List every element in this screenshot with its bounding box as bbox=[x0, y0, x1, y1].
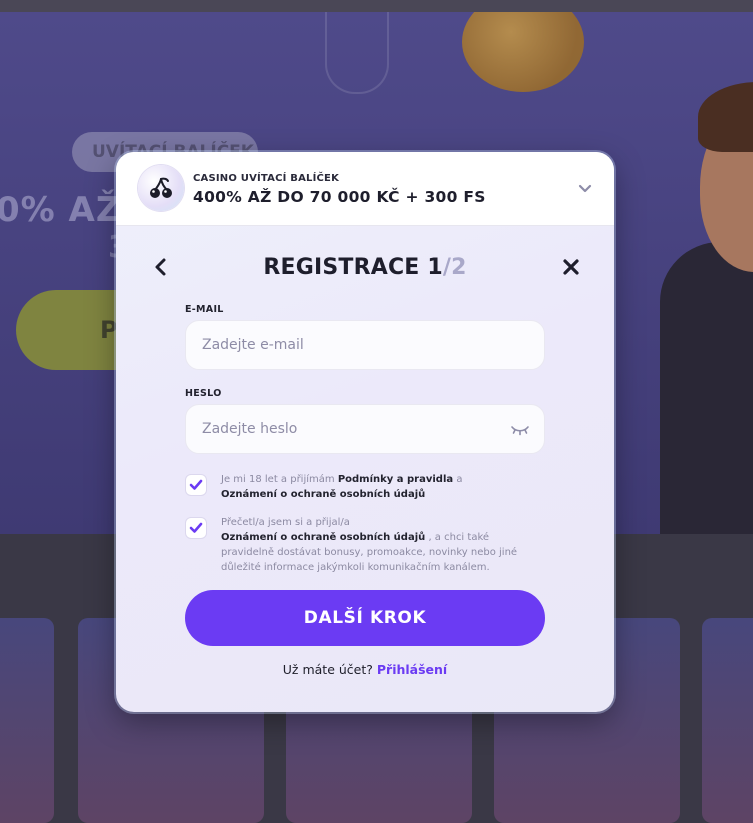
checkmark-icon bbox=[189, 519, 203, 538]
registration-title: REGISTRACE bbox=[263, 255, 420, 280]
marketing-text-before: Přečetl/a jsem si a přijal/a bbox=[221, 517, 350, 528]
modal-overlay: CASINO UVÍTACÍ BALÍČEK 400% AŽ DO 70 000… bbox=[0, 0, 753, 823]
login-prompt: Už máte účet? Přihlášení bbox=[116, 662, 614, 677]
marketing-checkbox[interactable] bbox=[185, 517, 207, 539]
registration-modal: CASINO UVÍTACÍ BALÍČEK 400% AŽ DO 70 000… bbox=[116, 152, 614, 712]
terms-text-mid: a bbox=[456, 474, 463, 485]
step-total: /2 bbox=[442, 255, 467, 280]
next-step-button[interactable]: DALŠÍ KROK bbox=[185, 590, 545, 646]
close-icon bbox=[562, 258, 580, 280]
password-label: HESLO bbox=[185, 388, 222, 399]
email-label: E-MAIL bbox=[185, 304, 224, 315]
password-field[interactable] bbox=[186, 405, 544, 453]
terms-link[interactable]: Podmínky a pravidla bbox=[338, 474, 453, 485]
welcome-bonus-selector[interactable]: CASINO UVÍTACÍ BALÍČEK 400% AŽ DO 70 000… bbox=[116, 152, 614, 226]
terms-text: Je mi 18 let a přijímám Podmínky a pravi… bbox=[221, 472, 541, 502]
cherry-icon bbox=[138, 165, 184, 211]
bonus-title: 400% AŽ DO 70 000 KČ + 300 FS bbox=[193, 188, 486, 206]
terms-checkbox[interactable] bbox=[185, 474, 207, 496]
bonus-kicker: CASINO UVÍTACÍ BALÍČEK bbox=[193, 173, 340, 184]
checkmark-icon bbox=[189, 476, 203, 495]
marketing-text: Přečetl/a jsem si a přijal/a Oznámení o … bbox=[221, 515, 541, 575]
password-field-wrapper bbox=[185, 404, 545, 454]
eye-closed-icon[interactable] bbox=[510, 422, 530, 438]
step-current: 1 bbox=[427, 255, 443, 280]
chevron-down-icon[interactable] bbox=[576, 180, 594, 198]
login-link[interactable]: Přihlášení bbox=[377, 662, 447, 677]
terms-text-before: Je mi 18 let a přijímám bbox=[221, 474, 335, 485]
login-prompt-text: Už máte účet? bbox=[282, 662, 373, 677]
page-title: REGISTRACE 1/2 bbox=[116, 255, 614, 280]
privacy-link[interactable]: Oznámení o ochraně osobních údajů bbox=[221, 532, 425, 543]
close-button[interactable] bbox=[560, 258, 582, 280]
email-field[interactable] bbox=[186, 321, 544, 369]
privacy-link[interactable]: Oznámení o ochraně osobních údajů bbox=[221, 489, 425, 500]
email-field-wrapper bbox=[185, 320, 545, 370]
